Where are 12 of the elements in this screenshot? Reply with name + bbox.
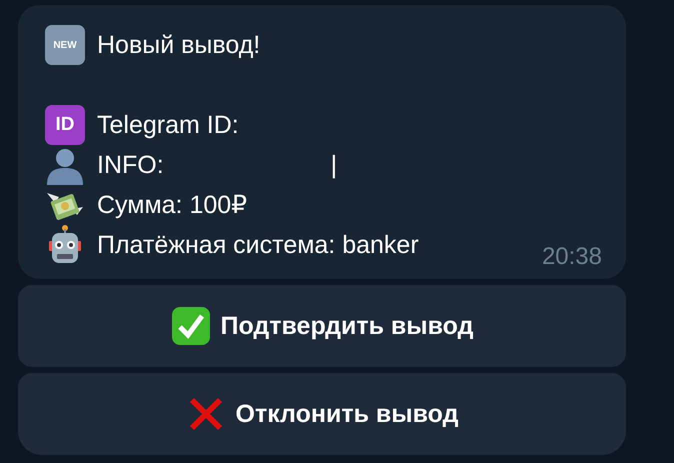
message-text: Telegram ID: [97,110,239,140]
new-badge: NEW [45,25,85,65]
message-text: Платёжная система: banker [97,230,419,260]
reject-button[interactable]: Отклонить вывод [18,373,626,455]
message-text: Новый вывод! [97,30,260,60]
message-time: 20:38 [542,243,602,270]
info-value: | [330,150,338,180]
message-text: INFO: [97,150,164,180]
message-text: Сумма: 100₽ [97,190,248,220]
id-badge: ID [45,105,85,145]
confirm-button[interactable]: Подтвердить вывод [18,285,626,367]
check-icon [170,306,210,346]
